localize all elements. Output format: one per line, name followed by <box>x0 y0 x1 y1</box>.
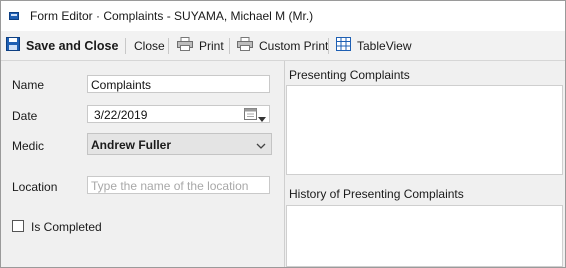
name-label: Name <box>12 78 45 92</box>
date-value: 3/22/2019 <box>94 108 148 122</box>
window-title: Form Editor · Complaints - SUYAMA, Micha… <box>30 9 314 23</box>
toolbar-separator <box>229 38 230 54</box>
title-bar: Form Editor · Complaints - SUYAMA, Micha… <box>1 1 565 31</box>
save-and-close-label: Save and Close <box>26 38 119 53</box>
table-view-label: TableView <box>357 38 412 53</box>
custom-print-button[interactable]: Custom Print <box>237 31 328 60</box>
app-icon <box>9 12 19 20</box>
history-complaints-memo[interactable] <box>286 205 563 267</box>
location-input[interactable]: Type the name of the location <box>87 176 270 194</box>
presenting-complaints-memo[interactable] <box>286 85 563 175</box>
print-label: Print <box>199 38 224 53</box>
save-icon <box>6 37 20 54</box>
printer-icon <box>237 37 253 54</box>
dropdown-arrow-icon[interactable] <box>258 111 266 125</box>
medic-value: Andrew Fuller <box>91 138 172 152</box>
date-label: Date <box>12 109 38 123</box>
form-editor-window: Form Editor · Complaints - SUYAMA, Micha… <box>0 0 566 268</box>
location-placeholder: Type the name of the location <box>91 179 249 193</box>
form-fields-panel: Name Complaints Date 3/22/2019 Medic And… <box>1 61 285 267</box>
calendar-icon[interactable] <box>244 108 257 123</box>
is-completed-label: Is Completed <box>31 220 102 234</box>
toolbar-separator <box>168 38 169 54</box>
location-label: Location <box>12 180 58 194</box>
table-icon <box>336 37 351 54</box>
presenting-complaints-label: Presenting Complaints <box>289 68 410 82</box>
toolbar-separator <box>328 38 329 54</box>
history-complaints-label: History of Presenting Complaints <box>289 187 464 201</box>
complaints-panel: Presenting Complaints History of Present… <box>285 61 565 267</box>
save-and-close-button[interactable]: Save and Close <box>6 31 118 60</box>
name-field[interactable]: Complaints <box>87 75 270 93</box>
printer-icon <box>177 37 193 54</box>
custom-print-label: Custom Print <box>259 38 329 53</box>
close-button[interactable]: Close <box>134 31 165 60</box>
table-view-button[interactable]: TableView <box>336 31 411 60</box>
close-label: Close <box>134 38 165 53</box>
chevron-down-icon <box>256 139 266 153</box>
date-field[interactable]: 3/22/2019 <box>87 105 270 123</box>
medic-label: Medic <box>12 139 45 153</box>
toolbar: Save and Close Close Print Custom Print … <box>1 31 565 61</box>
print-button[interactable]: Print <box>177 31 224 60</box>
medic-select[interactable]: Andrew Fuller <box>87 133 272 155</box>
toolbar-separator <box>125 38 126 54</box>
is-completed-checkbox[interactable] <box>12 220 24 232</box>
